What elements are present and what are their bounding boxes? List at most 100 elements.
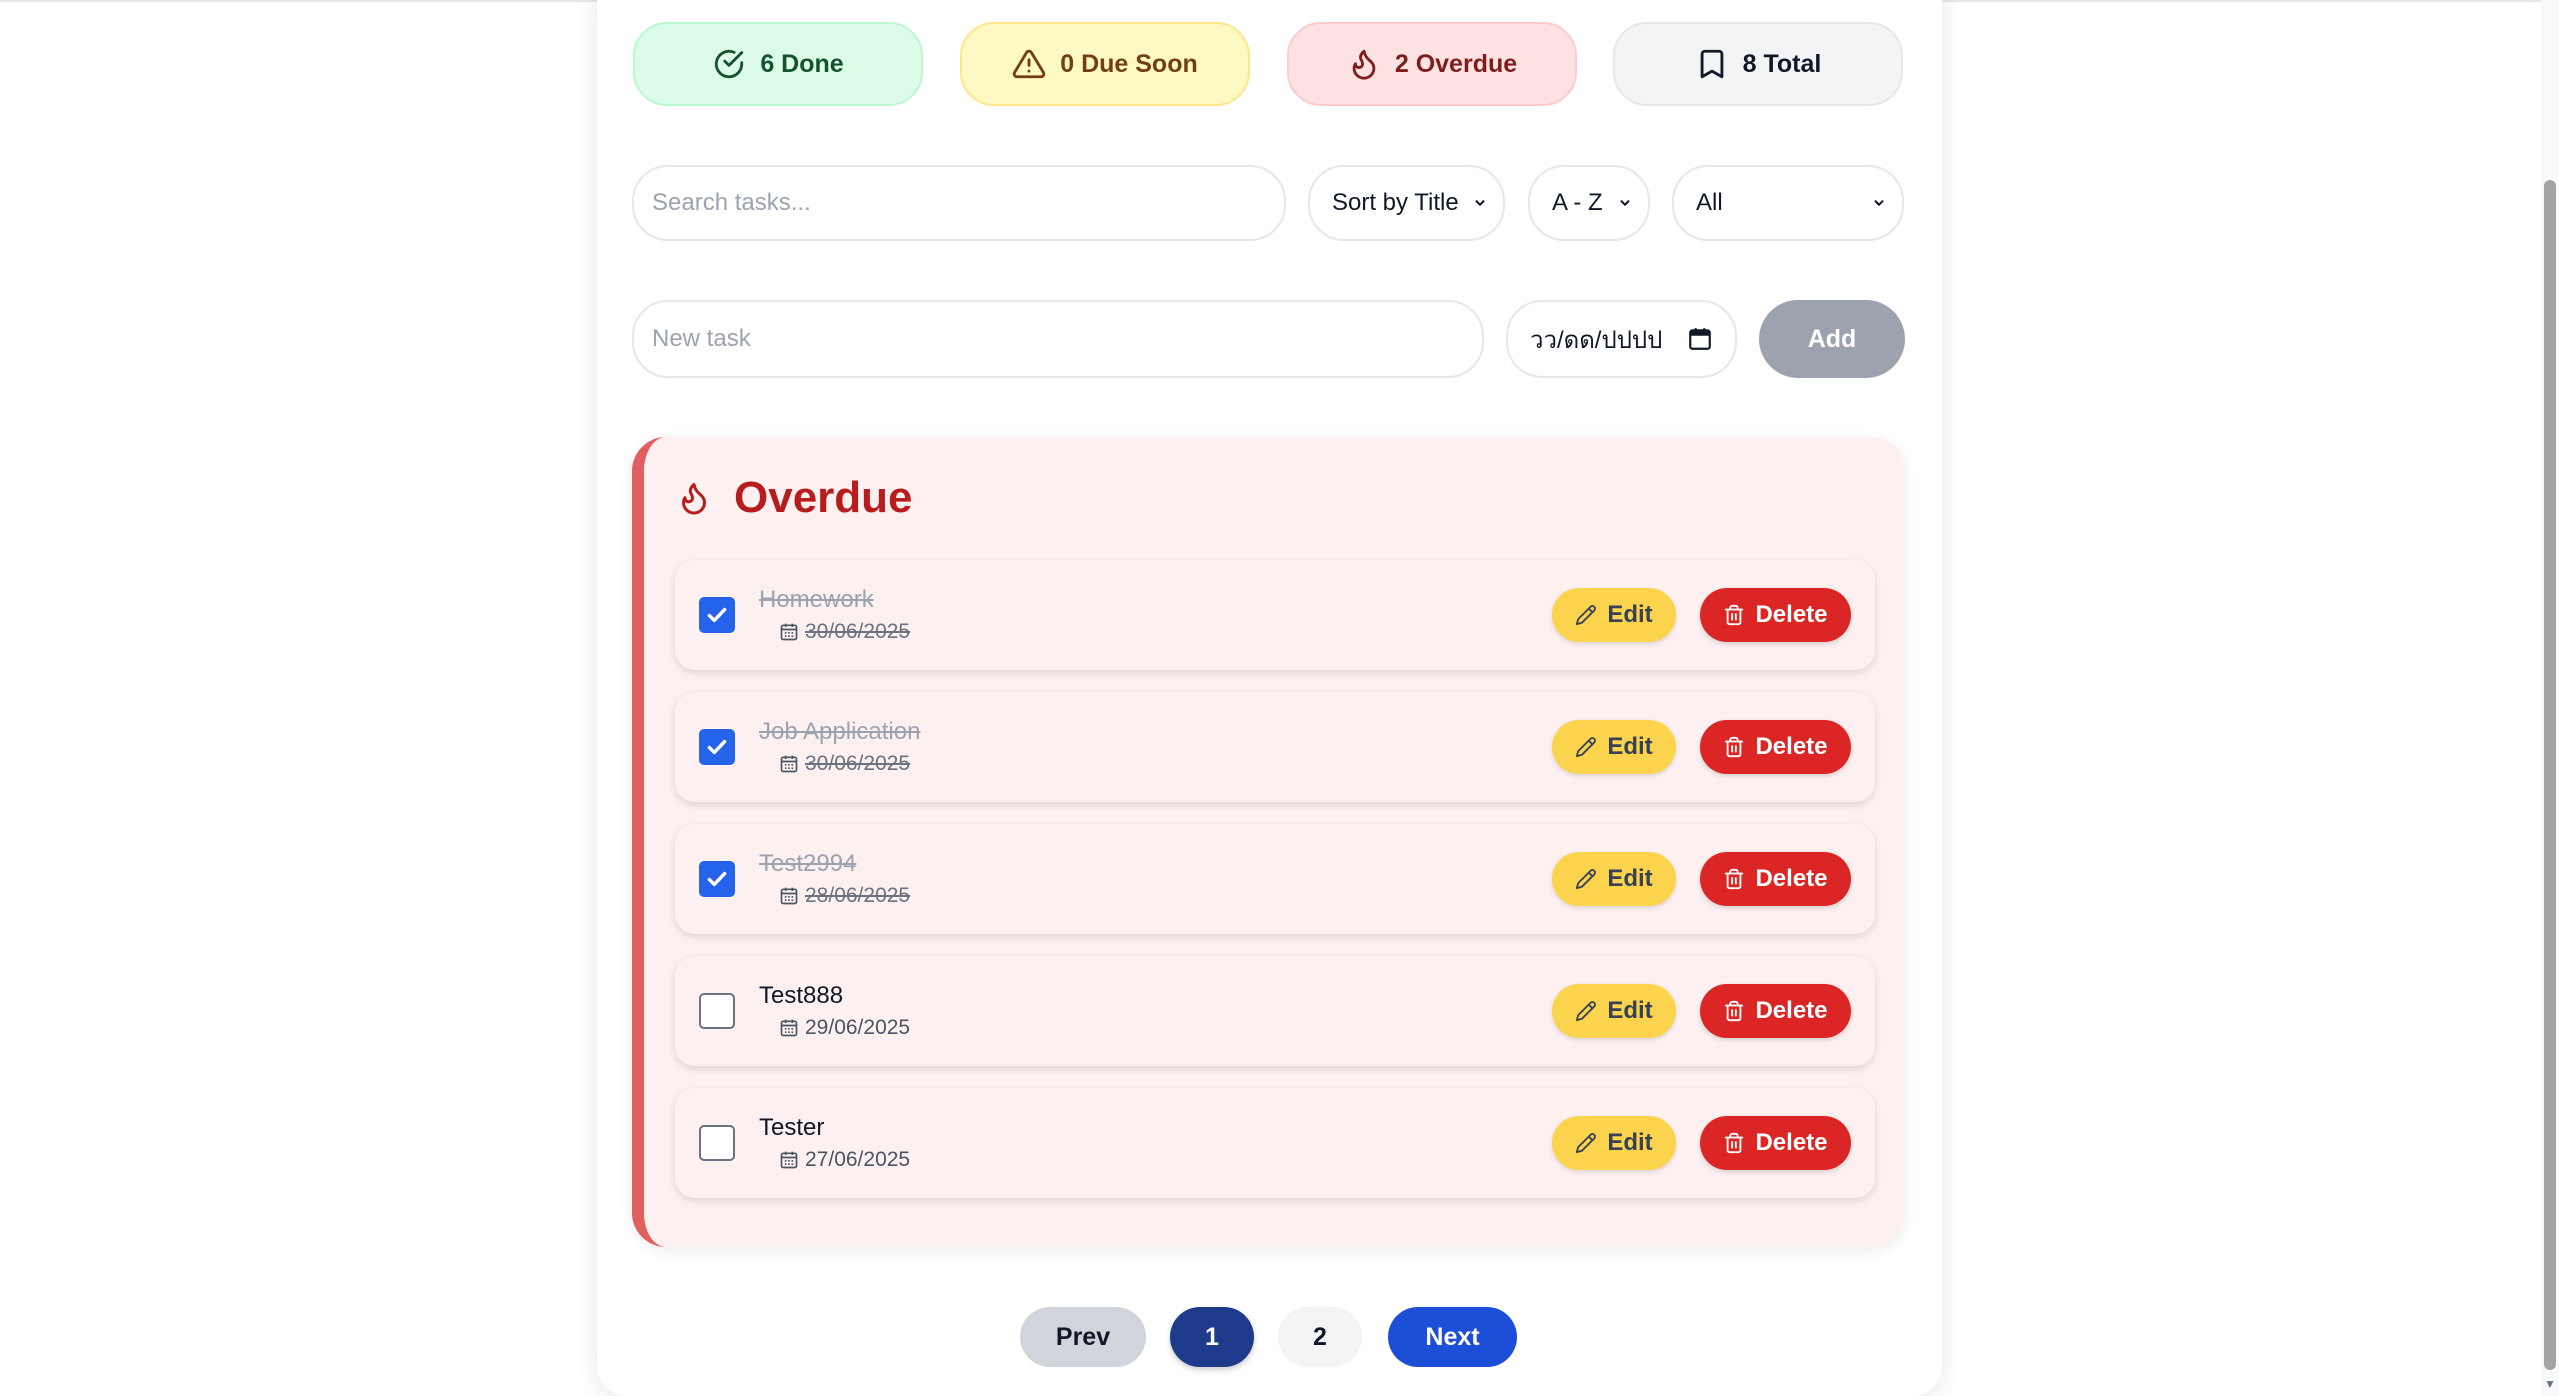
- task-checkbox[interactable]: [699, 729, 735, 765]
- page-2-button[interactable]: 2: [1278, 1307, 1362, 1367]
- stat-done-label: 6 Done: [760, 49, 844, 78]
- sort-select[interactable]: Sort by Title: [1308, 165, 1505, 241]
- edit-button[interactable]: Edit: [1552, 852, 1676, 906]
- trash-icon: [1723, 1000, 1745, 1022]
- scroll-down-arrow-icon[interactable]: ▼: [2544, 1378, 2556, 1390]
- stat-total-label: 8 Total: [1742, 49, 1822, 78]
- task-checkbox[interactable]: [699, 1125, 735, 1161]
- pencil-icon: [1575, 1132, 1597, 1154]
- task-title: Job Application: [759, 718, 921, 745]
- new-task-input[interactable]: New task: [632, 300, 1484, 378]
- prev-button[interactable]: Prev: [1020, 1307, 1146, 1367]
- task-title: Homework: [759, 586, 874, 613]
- sort-value: Sort by Title: [1332, 189, 1459, 216]
- task-due-date: 27/06/2025: [779, 1148, 910, 1172]
- filter-value: All: [1696, 189, 1723, 216]
- stat-overdue: 2 Overdue: [1287, 22, 1577, 106]
- search-input[interactable]: Search tasks...: [632, 165, 1286, 241]
- delete-button[interactable]: Delete: [1700, 720, 1851, 774]
- page-1-button[interactable]: 1: [1170, 1307, 1254, 1367]
- section-heading: Overdue: [676, 470, 913, 526]
- delete-button[interactable]: Delete: [1700, 984, 1851, 1038]
- add-button[interactable]: Add: [1759, 300, 1905, 378]
- trash-icon: [1723, 736, 1745, 758]
- trash-icon: [1723, 604, 1745, 626]
- chevron-down-icon: [1874, 200, 1884, 206]
- task-date-text: 30/06/2025: [805, 752, 911, 775]
- next-label: Next: [1425, 1322, 1480, 1351]
- order-select[interactable]: A - Z: [1528, 165, 1650, 241]
- edit-button[interactable]: Edit: [1552, 720, 1676, 774]
- stat-due-soon-label: 0 Due Soon: [1060, 49, 1198, 78]
- task-checkbox[interactable]: [699, 597, 735, 633]
- calendar-icon: [779, 622, 799, 642]
- flame-icon: [682, 483, 706, 515]
- calendar-icon: [779, 886, 799, 906]
- page-2-label: 2: [1313, 1322, 1327, 1351]
- pencil-icon: [1575, 1000, 1597, 1022]
- pencil-icon: [1575, 736, 1597, 758]
- order-value: A - Z: [1552, 189, 1603, 216]
- filter-select[interactable]: All: [1672, 165, 1904, 241]
- task-date-text: 27/06/2025: [805, 1148, 911, 1171]
- task-due-date: 30/06/2025: [779, 752, 910, 776]
- stat-total: 8 Total: [1613, 22, 1903, 106]
- delete-label: Delete: [1755, 1129, 1828, 1156]
- edit-label: Edit: [1607, 601, 1653, 628]
- prev-label: Prev: [1055, 1322, 1111, 1351]
- task-date-text: 28/06/2025: [805, 884, 911, 907]
- delete-button[interactable]: Delete: [1700, 588, 1851, 642]
- bookmark-icon: [1700, 49, 1723, 79]
- page-1-label: 1: [1205, 1322, 1219, 1351]
- delete-button[interactable]: Delete: [1700, 852, 1851, 906]
- stat-done: 6 Done: [633, 22, 923, 106]
- pencil-icon: [1575, 868, 1597, 890]
- calendar-icon: [779, 1018, 799, 1038]
- task-item: Tester 27/06/2025 Edit Delete: [675, 1088, 1875, 1198]
- task-due-date: 30/06/2025: [779, 620, 910, 644]
- date-placeholder: วว/ดด/ปปปป: [1530, 326, 1663, 354]
- delete-label: Delete: [1755, 601, 1828, 628]
- pencil-icon: [1575, 604, 1597, 626]
- edit-label: Edit: [1607, 997, 1653, 1024]
- new-task-placeholder: New task: [652, 325, 751, 352]
- calendar-icon: [779, 754, 799, 774]
- task-due-date: 29/06/2025: [779, 1016, 910, 1040]
- search-placeholder: Search tasks...: [652, 189, 811, 216]
- task-item: Job Application 30/06/2025 Edit Delete: [675, 692, 1875, 802]
- stat-overdue-label: 2 Overdue: [1394, 49, 1518, 78]
- task-checkbox[interactable]: [699, 861, 735, 897]
- delete-button[interactable]: Delete: [1700, 1116, 1851, 1170]
- due-date-input[interactable]: วว/ดด/ปปปป: [1506, 300, 1737, 378]
- edit-button[interactable]: Edit: [1552, 1116, 1676, 1170]
- task-title: Test2994: [759, 850, 857, 877]
- delete-label: Delete: [1755, 733, 1828, 760]
- task-checkbox[interactable]: [699, 993, 735, 1029]
- task-item: Test2994 28/06/2025 Edit Delete: [675, 824, 1875, 934]
- chevron-down-icon: [1475, 200, 1485, 206]
- task-item: Homework 30/06/2025 Edit Delete: [675, 560, 1875, 670]
- flame-icon: [1352, 49, 1376, 80]
- edit-label: Edit: [1607, 865, 1653, 892]
- trash-icon: [1723, 868, 1745, 890]
- section-title: Overdue: [734, 473, 913, 522]
- trash-icon: [1723, 1132, 1745, 1154]
- calendar-icon: [779, 1150, 799, 1170]
- next-button[interactable]: Next: [1388, 1307, 1517, 1367]
- edit-button[interactable]: Edit: [1552, 984, 1676, 1038]
- task-title: Test888: [759, 982, 844, 1009]
- task-item: Test888 29/06/2025 Edit Delete: [675, 956, 1875, 1066]
- task-date-text: 29/06/2025: [805, 1016, 911, 1039]
- calendar-icon[interactable]: [1687, 326, 1713, 352]
- edit-label: Edit: [1607, 733, 1653, 760]
- warning-triangle-icon: [1013, 49, 1046, 79]
- add-button-label: Add: [1807, 324, 1857, 353]
- check-circle-icon: [715, 49, 744, 79]
- scrollbar-thumb[interactable]: [2544, 180, 2556, 1370]
- chevron-down-icon: [1620, 200, 1630, 206]
- task-due-date: 28/06/2025: [779, 884, 910, 908]
- edit-button[interactable]: Edit: [1552, 588, 1676, 642]
- stat-due-soon: 0 Due Soon: [960, 22, 1250, 106]
- edit-label: Edit: [1607, 1129, 1653, 1156]
- task-date-text: 30/06/2025: [805, 620, 911, 643]
